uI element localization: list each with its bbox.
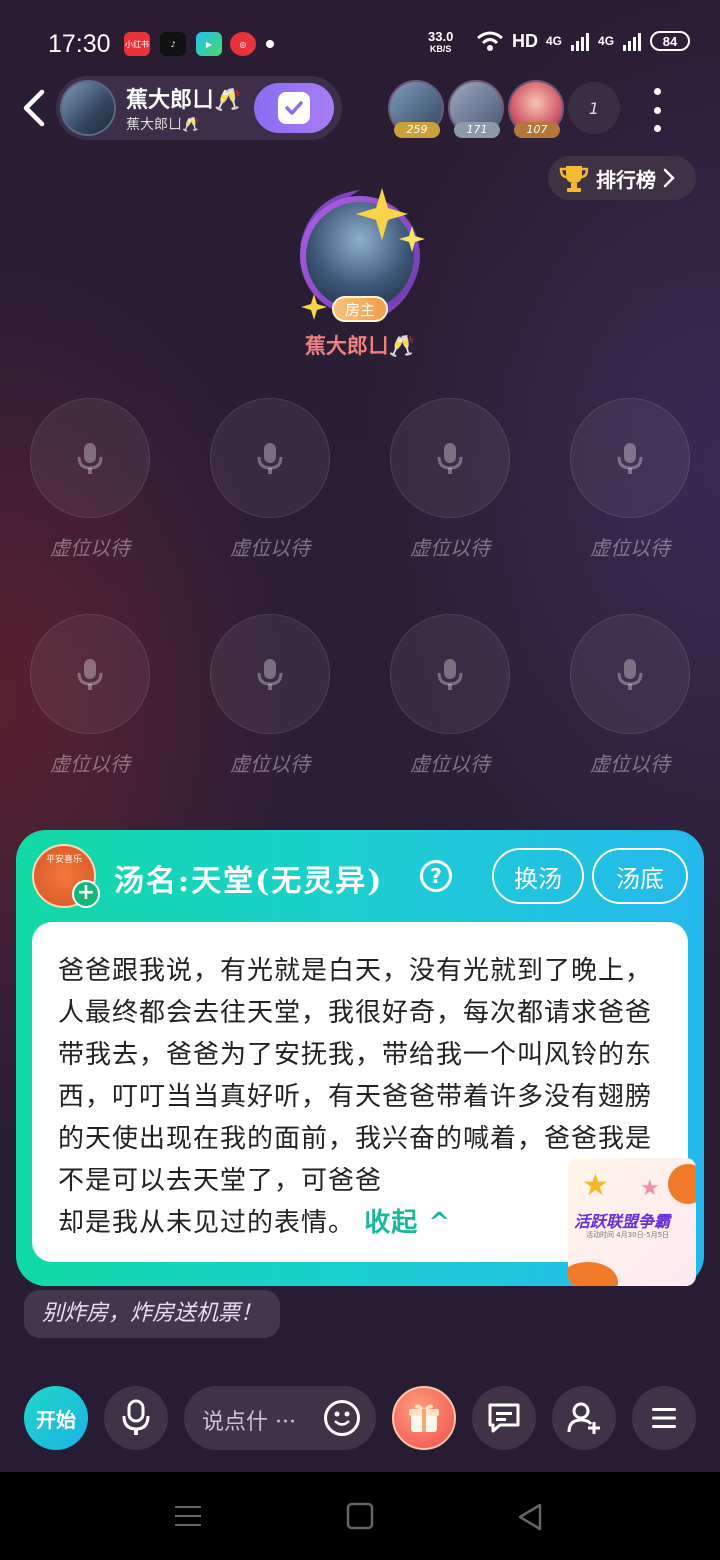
ranking-button[interactable]: 排行榜 [548, 156, 696, 200]
viewer-badge: 107 [514, 122, 560, 138]
promo-subtitle: 活动时间 4月30日-5月5日 [586, 1231, 670, 1239]
seat-label: 虚位以待 [410, 536, 490, 560]
microphone-button[interactable] [104, 1386, 168, 1450]
back-arrow-icon [23, 89, 45, 127]
back-button[interactable] [16, 88, 50, 128]
add-follow-icon[interactable]: + [72, 880, 100, 908]
status-bar: 17:30 小红书 ♪ ▶ ◎ 33.0 KB/S HD 4G 4G 84 [0, 0, 720, 88]
messages-button[interactable] [472, 1386, 536, 1450]
gift-button[interactable] [392, 1386, 456, 1450]
netease-music-icon: ◎ [230, 32, 256, 56]
mic-seat[interactable]: 虚位以待 [200, 398, 340, 578]
wifi-icon [477, 31, 503, 51]
trophy-icon [559, 166, 589, 192]
mic-seat[interactable]: 虚位以待 [20, 398, 160, 578]
signal-icon-2 [623, 33, 642, 51]
help-icon[interactable]: ? [420, 860, 452, 892]
promo-title: 活跃联盟争霸 [574, 1212, 671, 1231]
home-button[interactable] [346, 1502, 374, 1534]
network-type: HD [512, 30, 538, 51]
message-icon [488, 1403, 520, 1433]
star-icon: ★ [582, 1168, 609, 1203]
viewer-avatar[interactable]: 107 [508, 80, 564, 138]
notification-dot [266, 40, 274, 48]
system-nav-bar [0, 1472, 720, 1560]
menu-icon [652, 1408, 676, 1428]
turtle-soup-game-card: 平安喜乐 + 汤名:天堂(无灵异) ? 换汤 汤底 爸爸跟我说，有光就是白天，没… [16, 830, 704, 1286]
menu-lines-icon [175, 1506, 201, 1526]
gift-icon [409, 1404, 439, 1432]
microphone-icon [437, 443, 463, 474]
soup-title: 汤名:天堂(无灵异) [114, 864, 384, 899]
signal-type-2: 4G [598, 34, 615, 48]
seat-label: 虚位以待 [590, 536, 670, 560]
mic-seat[interactable]: 虚位以待 [200, 614, 340, 794]
event-promo-banner[interactable]: ★ ★ 活跃联盟争霸 活动时间 4月30日-5月5日 [568, 1158, 696, 1286]
mic-seat[interactable]: 虚位以待 [20, 614, 160, 794]
xiaohongshu-icon: 小红书 [124, 32, 150, 56]
mic-seat[interactable]: 虚位以待 [380, 614, 520, 794]
host-seat[interactable]: 房主 [290, 186, 430, 326]
ranking-label: 排行榜 [596, 167, 656, 192]
online-count[interactable]: 1 [568, 82, 620, 134]
microphone-icon [617, 659, 643, 690]
recent-apps-button[interactable] [174, 1502, 202, 1534]
host-badge: 房主 [332, 296, 388, 322]
signal-icon-1 [571, 33, 590, 51]
home-square-icon [346, 1502, 374, 1530]
system-back-button[interactable] [516, 1502, 544, 1536]
host-name: 蕉大郎ㄩ🥂 [304, 333, 416, 358]
soup-answer-button[interactable]: 汤底 [592, 848, 688, 904]
microphone-icon [77, 443, 103, 474]
chevron-right-icon [663, 168, 675, 188]
seat-label: 虚位以待 [50, 536, 130, 560]
room-owner-name: 蕉大郎ㄩ🥂 [126, 117, 200, 133]
microphone-icon [122, 1399, 150, 1435]
mic-seat[interactable]: 虚位以待 [560, 614, 700, 794]
microphone-icon [257, 443, 283, 474]
seat-label: 虚位以待 [50, 752, 130, 776]
calendar-check-icon [278, 92, 310, 124]
emoji-icon[interactable] [324, 1400, 360, 1436]
microphone-icon [617, 443, 643, 474]
douyin-icon: ♪ [160, 32, 186, 56]
status-icons: HD 4G 4G 84 [476, 30, 691, 52]
chat-input-placeholder: 说点什 ··· [202, 1410, 296, 1435]
seat-label: 虚位以待 [410, 752, 490, 776]
seat-label: 虚位以待 [230, 752, 310, 776]
room-name: 蕉大郎ㄩ🥂 [126, 87, 242, 113]
chat-message: 别炸房，炸房送机票！ [24, 1290, 281, 1338]
status-time: 17:30 [48, 30, 111, 58]
room-info[interactable]: 蕉大郎ㄩ🥂 蕉大郎ㄩ🥂 [56, 76, 342, 140]
invite-user-button[interactable] [552, 1386, 616, 1450]
more-menu-button[interactable] [640, 88, 674, 132]
microphone-icon [437, 659, 463, 690]
swap-soup-button[interactable]: 换汤 [492, 848, 584, 904]
room-avatar [60, 80, 116, 136]
add-user-icon [567, 1402, 600, 1434]
net-speed: 33.0 KB/S [428, 29, 454, 54]
back-triangle-icon [518, 1503, 542, 1531]
video-app-icon: ▶ [196, 32, 222, 56]
viewer-badge: 171 [454, 122, 500, 138]
menu-button[interactable] [632, 1386, 696, 1450]
seat-label: 虚位以待 [590, 752, 670, 776]
collapse-link[interactable]: 收起 ^ [364, 1208, 451, 1238]
mic-seat[interactable]: 虚位以待 [560, 398, 700, 578]
signal-type-1: 4G [546, 34, 563, 48]
star-icon: ★ [640, 1176, 660, 1201]
microphone-icon [77, 659, 103, 690]
viewer-avatar[interactable]: 171 [448, 80, 504, 138]
chat-input[interactable]: 说点什 ··· [184, 1386, 376, 1450]
more-dots-icon [653, 88, 661, 95]
mic-seat[interactable]: 虚位以待 [380, 398, 520, 578]
viewer-badge: 259 [394, 122, 440, 138]
viewer-avatar[interactable]: 259 [388, 80, 444, 138]
microphone-icon [257, 659, 283, 690]
follow-room-button[interactable] [254, 83, 334, 133]
start-game-button[interactable]: 开始 [24, 1386, 88, 1450]
battery-icon: 84 [650, 31, 691, 51]
seat-label: 虚位以待 [230, 536, 310, 560]
